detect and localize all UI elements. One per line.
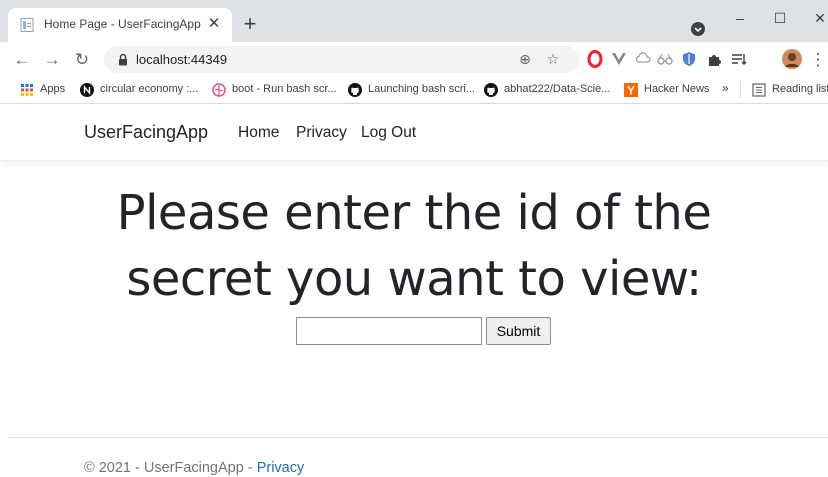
apps-grid-icon	[21, 84, 33, 96]
submit-button[interactable]: Submit	[486, 317, 551, 345]
bookmark-boot[interactable]: boot - Run bash scr...	[212, 81, 337, 99]
site-navbar: UserFacingApp Home Privacy Log Out	[0, 104, 828, 161]
new-tab-button[interactable]: +	[238, 13, 262, 37]
forward-arrow-icon[interactable]: →	[42, 50, 62, 70]
bookmark-star-icon[interactable]: ☆	[544, 50, 562, 68]
minimize-button[interactable]: –	[720, 6, 760, 30]
bookmark-hacker-news[interactable]: Hacker News	[624, 81, 714, 99]
github-icon	[484, 83, 498, 97]
extension-glasses-icon[interactable]	[656, 50, 674, 68]
bookmark-label: Launching bash scri...	[368, 83, 476, 95]
address-bar[interactable]: localhost:44349 ⊕ ☆	[104, 46, 579, 73]
bookmark-launching-bash[interactable]: Launching bash scri...	[348, 81, 476, 99]
bookmark-abhat222[interactable]: abhat222/Data-Scie...	[484, 81, 611, 99]
page-heading-line-1: Please enter the id of the	[116, 185, 712, 241]
puzzle-extensions-icon[interactable]	[706, 50, 724, 68]
url-text: localhost:44349	[136, 52, 228, 67]
zoom-icon[interactable]: ⊕	[516, 50, 534, 68]
footer-privacy-link[interactable]: Privacy	[257, 460, 305, 476]
github-icon	[348, 83, 362, 97]
footer-copyright: © 2021 - UserFacingApp -	[84, 460, 257, 476]
page-favicon-icon	[20, 18, 34, 32]
site-brand-link[interactable]: UserFacingApp	[84, 122, 208, 143]
reading-list-icon	[752, 83, 766, 97]
nav-link-logout[interactable]: Log Out	[361, 124, 416, 142]
bookmarks-divider	[740, 82, 741, 98]
bookmark-label: Apps	[40, 83, 66, 95]
nav-link-privacy[interactable]: Privacy	[296, 124, 347, 142]
site-footer: © 2021 - UserFacingApp - Privacy	[84, 460, 304, 476]
reading-mode-icon[interactable]	[730, 50, 748, 68]
lock-icon	[119, 53, 127, 66]
bookmarks-overflow-button[interactable]: »	[722, 81, 736, 99]
page-heading: Please enter the id of the secret you wa…	[0, 180, 828, 312]
vue-extension-icon[interactable]	[610, 50, 628, 68]
bookmark-label: circular economy :...	[100, 83, 199, 95]
maximize-button[interactable]: ☐	[760, 6, 800, 30]
browser-tabstrip: Home Page - UserFacingApp ✕ + – ☐ ✕	[0, 0, 828, 42]
close-window-button[interactable]: ✕	[800, 6, 828, 30]
reading-list-button[interactable]: Reading list	[752, 81, 828, 99]
shield-extension-icon[interactable]	[680, 50, 698, 68]
browser-menu-icon[interactable]: ⋮	[808, 50, 828, 70]
reading-list-label: Reading list	[772, 83, 828, 95]
reload-icon[interactable]: ↻	[72, 50, 92, 70]
page-heading-line-2: secret you want to view:	[126, 251, 702, 307]
notion-icon	[80, 83, 94, 97]
bookmark-label: Hacker News	[644, 83, 710, 95]
footer-divider	[8, 437, 828, 438]
nav-link-home[interactable]: Home	[238, 124, 279, 142]
bookmark-apps[interactable]: Apps	[20, 81, 70, 99]
hacker-news-icon	[624, 83, 638, 97]
avatar[interactable]	[782, 49, 802, 69]
bookmark-label: boot - Run bash scr...	[232, 83, 337, 95]
bookmark-circular-economy[interactable]: circular economy :...	[80, 81, 200, 99]
secret-id-input[interactable]	[296, 317, 482, 345]
tab-search-icon[interactable]	[690, 21, 706, 37]
back-arrow-icon[interactable]: ←	[12, 50, 32, 70]
opera-extension-icon[interactable]	[586, 50, 604, 68]
extension-cloud-icon[interactable]	[634, 50, 652, 68]
bookmark-label: abhat222/Data-Scie...	[504, 83, 611, 95]
tab-title: Home Page - UserFacingApp	[44, 17, 201, 31]
bookmarks-bar: Apps circular economy :... boot - Run ba…	[0, 77, 828, 104]
browser-toolbar: ← → ↻ localhost:44349 ⊕ ☆ ⋮	[0, 42, 828, 77]
browser-tab[interactable]: Home Page - UserFacingApp ✕	[8, 8, 232, 42]
tab-close-icon[interactable]: ✕	[204, 14, 224, 34]
brain-icon	[212, 83, 226, 97]
